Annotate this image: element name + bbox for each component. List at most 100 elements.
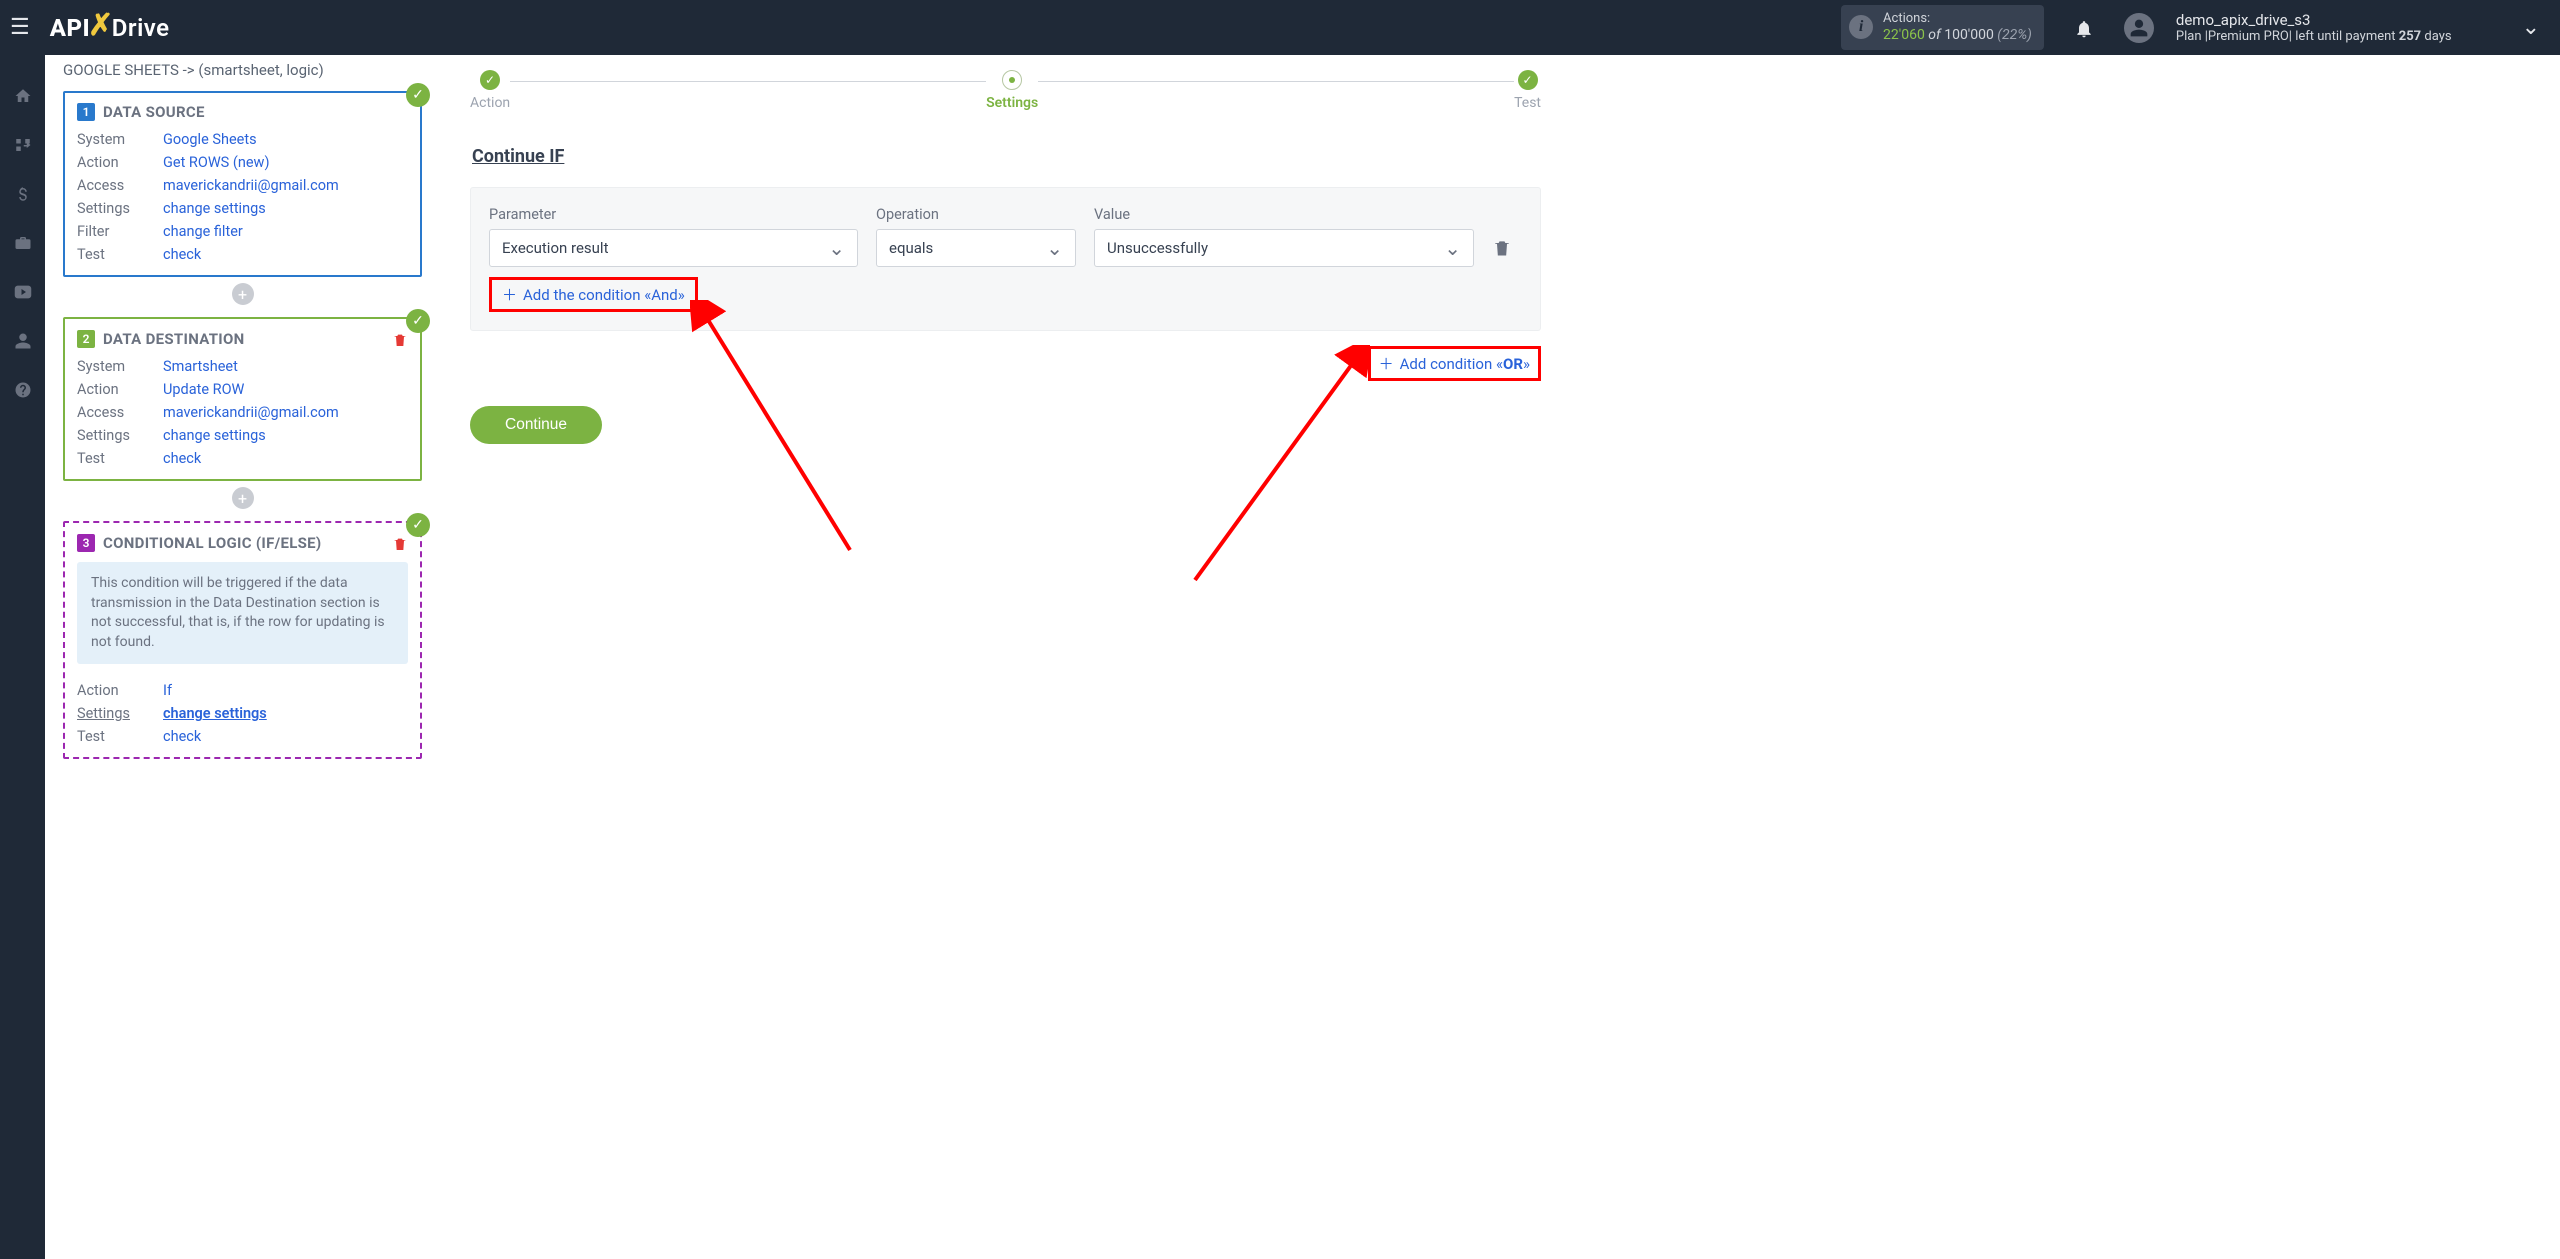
row-label: Test (77, 450, 163, 467)
plus-icon: ＋ (1379, 353, 1394, 374)
row-label: Access (77, 177, 163, 194)
row-label: Action (77, 682, 163, 699)
info-box: This condition will be triggered if the … (77, 562, 408, 664)
plus-icon: ＋ (502, 284, 517, 305)
card-data-destination[interactable]: ✓ 2 DATA DESTINATION SystemSmartsheet Ac… (63, 317, 422, 481)
sitemap-icon[interactable] (14, 134, 32, 155)
logo-x-icon: ✗ (88, 8, 114, 43)
col-value: Value Unsuccessfully⌄ (1094, 206, 1474, 267)
row-label: Action (77, 154, 163, 171)
condition-block: Parameter Execution result⌄ Operation eq… (470, 187, 1541, 331)
trash-icon[interactable] (392, 533, 408, 552)
operation-select[interactable]: equals⌄ (876, 229, 1076, 267)
parameter-select[interactable]: Execution result⌄ (489, 229, 858, 267)
app-header: ☰ API✗Drive i Actions: 22'060 of 100'000… (0, 0, 2560, 55)
row-label: Access (77, 404, 163, 421)
home-icon[interactable] (14, 85, 32, 106)
connection-panel: GOOGLE SHEETS -> (smartsheet, logic) ✓ 1… (45, 55, 440, 799)
actions-value: 22'060 of 100'000 (22%) (1883, 27, 2032, 44)
step-settings[interactable]: Settings (986, 70, 1038, 111)
annotation-arrow (1180, 345, 1370, 590)
row-label: System (77, 131, 163, 148)
actions-counter[interactable]: i Actions: 22'060 of 100'000 (22%) (1841, 5, 2044, 49)
row-link[interactable]: Smartsheet (163, 358, 408, 375)
step-number: 1 (77, 103, 95, 121)
row-label: Action (77, 381, 163, 398)
bell-icon[interactable] (2074, 16, 2094, 40)
row-link[interactable]: If (163, 682, 408, 699)
col-operation: Operation equals⌄ (876, 206, 1076, 267)
avatar-icon[interactable] (2124, 13, 2154, 43)
actions-label: Actions: (1883, 11, 2032, 27)
label: Operation (876, 206, 1076, 223)
value-select[interactable]: Unsuccessfully⌄ (1094, 229, 1474, 267)
sidebar (0, 55, 45, 1259)
help-icon[interactable] (14, 379, 32, 400)
breadcrumb: GOOGLE SHEETS -> (smartsheet, logic) (63, 55, 422, 91)
step-number: 3 (77, 534, 95, 552)
continue-button[interactable]: Continue (470, 406, 602, 444)
row-label: Test (77, 246, 163, 263)
check-icon: ✓ (406, 513, 430, 537)
row-link[interactable]: Update ROW (163, 381, 408, 398)
wizard-steps: ✓Action Settings ✓Test (470, 70, 1541, 111)
card-title: DATA DESTINATION (103, 330, 245, 348)
chevron-down-icon: ⌄ (828, 238, 845, 258)
row-link[interactable]: maverickandrii@gmail.com (163, 404, 408, 421)
row-link[interactable]: check (163, 246, 408, 263)
info-icon: i (1849, 15, 1873, 39)
add-between-icon[interactable]: + (232, 487, 254, 509)
step-test[interactable]: ✓Test (1514, 70, 1541, 111)
row-link[interactable]: change settings (163, 200, 408, 217)
row-link[interactable]: change filter (163, 223, 408, 240)
trash-icon[interactable] (392, 329, 408, 348)
row-label: Test (77, 728, 163, 745)
card-data-source[interactable]: ✓ 1 DATA SOURCE SystemGoogle Sheets Acti… (63, 91, 422, 277)
annotation-box-or: ＋ Add condition «OR» (1368, 346, 1541, 381)
briefcase-icon[interactable] (14, 232, 32, 253)
label: Value (1094, 206, 1474, 223)
plan-line: Plan |Premium PRO| left until payment 25… (2176, 29, 2452, 45)
username: demo_apix_drive_s3 (2176, 11, 2452, 29)
row-link[interactable]: check (163, 450, 408, 467)
row-link[interactable]: Get ROWS (new) (163, 154, 408, 171)
row-link[interactable]: Google Sheets (163, 131, 408, 148)
user-icon[interactable] (14, 330, 32, 351)
delete-condition-icon[interactable] (1492, 229, 1522, 267)
dollar-icon[interactable] (14, 183, 32, 204)
settings-panel: ✓Action Settings ✓Test Continue IF Param… (470, 55, 1541, 444)
menu-icon[interactable]: ☰ (10, 15, 40, 40)
row-link[interactable]: maverickandrii@gmail.com (163, 177, 408, 194)
card-title: CONDITIONAL LOGIC (IF/ELSE) (103, 534, 322, 552)
row-link[interactable]: change settings (163, 705, 408, 722)
chevron-down-icon[interactable]: ⌄ (2522, 15, 2540, 40)
card-conditional-logic[interactable]: ✓ 3 CONDITIONAL LOGIC (IF/ELSE) This con… (63, 521, 422, 759)
row-label: Settings (77, 200, 163, 217)
section-title: Continue IF (472, 146, 1541, 167)
add-between-icon[interactable]: + (232, 283, 254, 305)
label: Parameter (489, 206, 858, 223)
row-label: Filter (77, 223, 163, 240)
youtube-icon[interactable] (14, 281, 32, 302)
logo-api: API (50, 14, 90, 42)
user-menu[interactable]: demo_apix_drive_s3 Plan |Premium PRO| le… (2176, 11, 2452, 45)
check-icon: ✓ (406, 309, 430, 333)
row-link[interactable]: check (163, 728, 408, 745)
step-action[interactable]: ✓Action (470, 70, 510, 111)
add-and-button[interactable]: ＋Add the condition «And» (496, 282, 691, 307)
step-line (1038, 81, 1514, 82)
chevron-down-icon: ⌄ (1046, 238, 1063, 258)
annotation-box-and: ＋Add the condition «And» (489, 277, 698, 312)
step-number: 2 (77, 330, 95, 348)
row-label: System (77, 358, 163, 375)
annotation-arrow (690, 300, 860, 560)
add-or-button[interactable]: ＋ Add condition «OR» (1379, 353, 1530, 374)
check-icon: ✓ (406, 83, 430, 107)
col-parameter: Parameter Execution result⌄ (489, 206, 858, 267)
row-label: Settings (77, 705, 163, 722)
logo[interactable]: API✗Drive (50, 10, 170, 45)
chevron-down-icon: ⌄ (1444, 238, 1461, 258)
row-label: Settings (77, 427, 163, 444)
row-link[interactable]: change settings (163, 427, 408, 444)
step-line (510, 81, 986, 82)
